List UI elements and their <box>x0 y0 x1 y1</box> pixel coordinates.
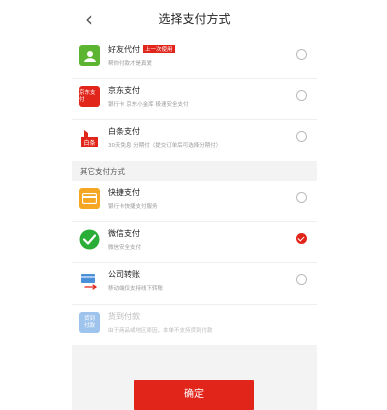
payment-option-baitiao[interactable]: 白条 白条支付 30天免息 分期付（提交订单后可选择分期付） <box>72 120 317 160</box>
option-name: 快捷支付 <box>108 188 140 197</box>
payment-option-wechat-pay[interactable]: 微信支付 微信安全支付 <box>72 222 317 263</box>
friend-pay-icon <box>79 45 100 66</box>
radio-baitiao[interactable] <box>296 131 307 142</box>
cod-icon: 货到付款 <box>79 312 100 333</box>
confirm-button[interactable]: 确定 <box>134 380 254 410</box>
payment-option-quick-pay[interactable]: 快捷支付 银行卡快捷支付服务 <box>72 181 317 222</box>
option-name: 微信支付 <box>108 229 140 238</box>
last-used-badge: 上一次使用 <box>143 45 175 53</box>
radio-jd-pay[interactable] <box>296 90 307 101</box>
option-desc: 由于商品或地区原因，本单不支持货到付款 <box>108 328 213 334</box>
page-title: 选择支付方式 <box>158 12 231 26</box>
radio-wechat-pay-selected[interactable] <box>296 233 307 244</box>
option-desc: 银行卡 京东小金库 极速安全支付 <box>108 102 189 108</box>
option-name: 公司转账 <box>108 270 140 279</box>
wechat-icon <box>79 229 100 250</box>
company-transfer-icon <box>79 270 100 291</box>
section-header-other: 其它支付方式 <box>72 161 317 181</box>
payment-option-company-transfer[interactable]: 公司转账 移动端仅支持线下转账 <box>72 263 317 305</box>
option-name: 货到付款 <box>108 312 140 321</box>
payment-option-jd-pay[interactable]: 京东支付 京东支付 银行卡 京东小金库 极速安全支付 <box>72 79 317 120</box>
option-desc: 移动端仅支持线下转账 <box>108 286 164 292</box>
option-name: 京东支付 <box>108 86 140 95</box>
option-desc: 帮你付款才是真爱 <box>108 61 153 67</box>
baitiao-icon: 白条 <box>79 127 100 148</box>
quick-pay-card-icon <box>79 188 100 209</box>
option-desc: 银行卡快捷支付服务 <box>108 204 158 210</box>
option-desc: 30天免息 分期付（提交订单后可选择分期付） <box>108 143 222 149</box>
radio-quick-pay[interactable] <box>296 192 307 203</box>
option-desc: 微信安全支付 <box>108 245 142 251</box>
radio-company-transfer[interactable] <box>296 274 307 285</box>
payment-option-friend-pay[interactable]: 好友代付 上一次使用 帮你付款才是真爱 <box>72 38 317 79</box>
option-name: 好友代付 上一次使用 <box>108 45 175 54</box>
payment-method-screen: ‹ 选择支付方式 好友代付 上一次使用 帮你付款才是真爱 京东支付 京东支付 银行… <box>72 0 317 410</box>
nav-bar: ‹ 选择支付方式 <box>72 0 317 38</box>
option-name: 白条支付 <box>108 127 140 136</box>
jd-pay-icon: 京东支付 <box>79 86 100 107</box>
svg-text:白条: 白条 <box>83 139 95 147</box>
radio-friend-pay[interactable] <box>296 49 307 60</box>
payment-option-cod: 货到付款 货到付款 由于商品或地区原因，本单不支持货到付款 <box>72 305 317 345</box>
section-label: 其它支付方式 <box>80 167 125 176</box>
